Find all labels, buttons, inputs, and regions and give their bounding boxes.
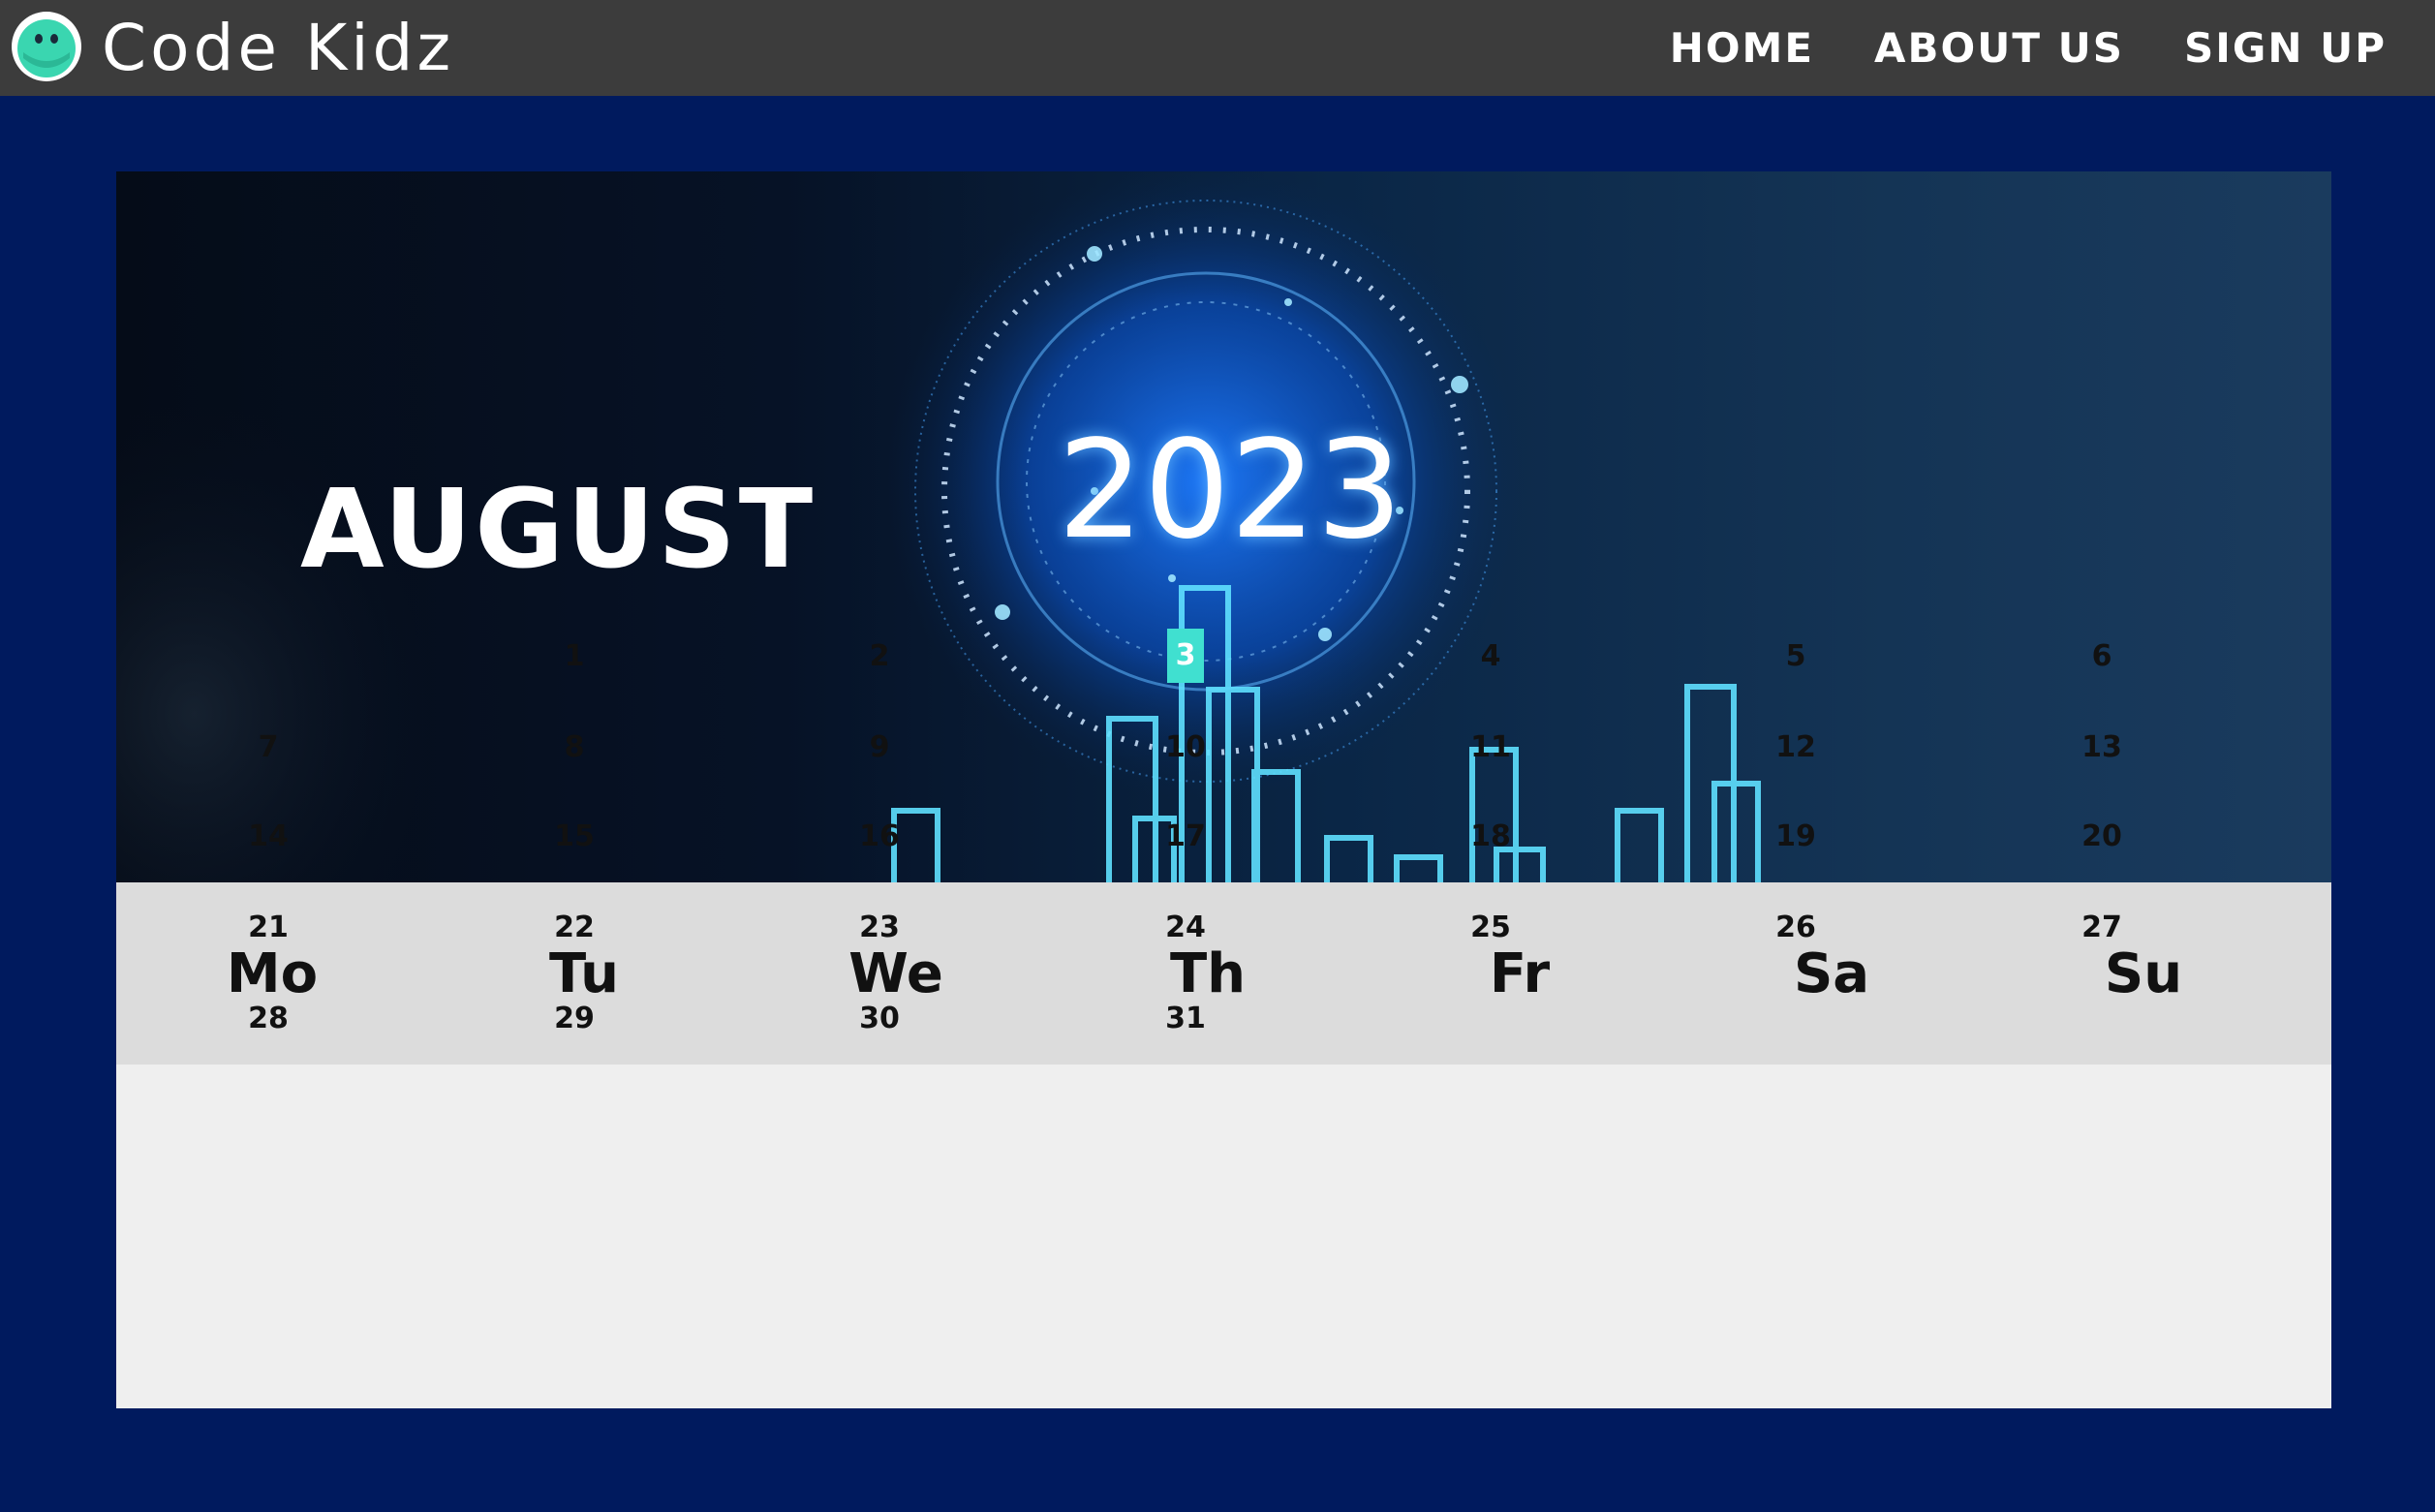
main-nav: HOME ABOUT US SIGN UP [1670,0,2387,96]
calendar-day[interactable]: 7 [239,725,297,770]
calendar-day[interactable]: 27 [2073,905,2131,950]
calendar-day[interactable]: 26 [1767,905,1825,950]
calendar-day[interactable]: 13 [2073,725,2131,770]
calendar-day[interactable]: 18 [1462,814,1520,859]
calendar-day[interactable]: 12 [1767,725,1825,770]
calendar-day[interactable]: 23 [850,905,909,950]
calendar-day[interactable]: 21 [239,905,297,950]
calendar-day[interactable]: 5 [1767,633,1825,679]
calendar-day[interactable]: 11 [1462,725,1520,770]
nav-home-link[interactable]: HOME [1670,24,1814,72]
calendar-day[interactable]: 17 [1156,814,1215,859]
weekday-fr: Fr [1489,941,1551,1005]
calendar-day[interactable]: 6 [2073,633,2131,679]
calendar-day[interactable]: 2 [850,633,909,679]
days-grid: 1 2 3 4 5 6 7 8 9 10 11 12 13 14 15 16 17 18 19 20 21 22 23 24 2… [116,629,2331,1408]
calendar-day[interactable]: 10 [1156,725,1215,770]
nav-sign-up-link[interactable]: SIGN UP [2184,24,2387,72]
calendar-day[interactable]: 31 [1156,996,1215,1041]
calendar-day[interactable]: 30 [850,996,909,1041]
calendar-day-today[interactable]: 3 [1167,629,1204,683]
calendar-day[interactable]: 19 [1767,814,1825,859]
calendar-card: AUGUST 2023 Mo Tu We Th Fr Sa Su 1 2 3 4 5 6 7 8 9 10 11… [116,171,2331,1408]
code-kidz-logo-icon[interactable] [10,10,83,83]
calendar-day[interactable]: 29 [545,996,603,1041]
calendar-day[interactable]: 15 [545,814,603,859]
calendar-day[interactable]: 16 [850,814,909,859]
nav-about-us-link[interactable]: ABOUT US [1874,24,2124,72]
calendar-day[interactable]: 20 [2073,814,2131,859]
calendar-day[interactable]: 25 [1462,905,1520,950]
month-title: AUGUST [300,467,817,593]
calendar-day[interactable]: 22 [545,905,603,950]
calendar-day[interactable]: 9 [850,725,909,770]
weekday-sa: Sa [1793,941,1870,1005]
calendar-day[interactable]: 8 [545,725,603,770]
weekday-su: Su [2104,941,2183,1005]
month-banner: AUGUST 2023 [116,171,2331,882]
year-title: 2023 [1057,412,1403,570]
weekday-header-row: Mo Tu We Th Fr Sa Su [116,882,2331,1065]
calendar-day[interactable]: 24 [1156,905,1215,950]
brand-name[interactable]: Code Kidz [102,4,454,93]
calendar-day[interactable]: 14 [239,814,297,859]
calendar-day[interactable]: 1 [545,633,603,679]
calendar-day[interactable]: 28 [239,996,297,1041]
calendar-day[interactable]: 4 [1462,633,1520,679]
top-nav-bar: Code Kidz HOME ABOUT US SIGN UP [0,0,2435,96]
